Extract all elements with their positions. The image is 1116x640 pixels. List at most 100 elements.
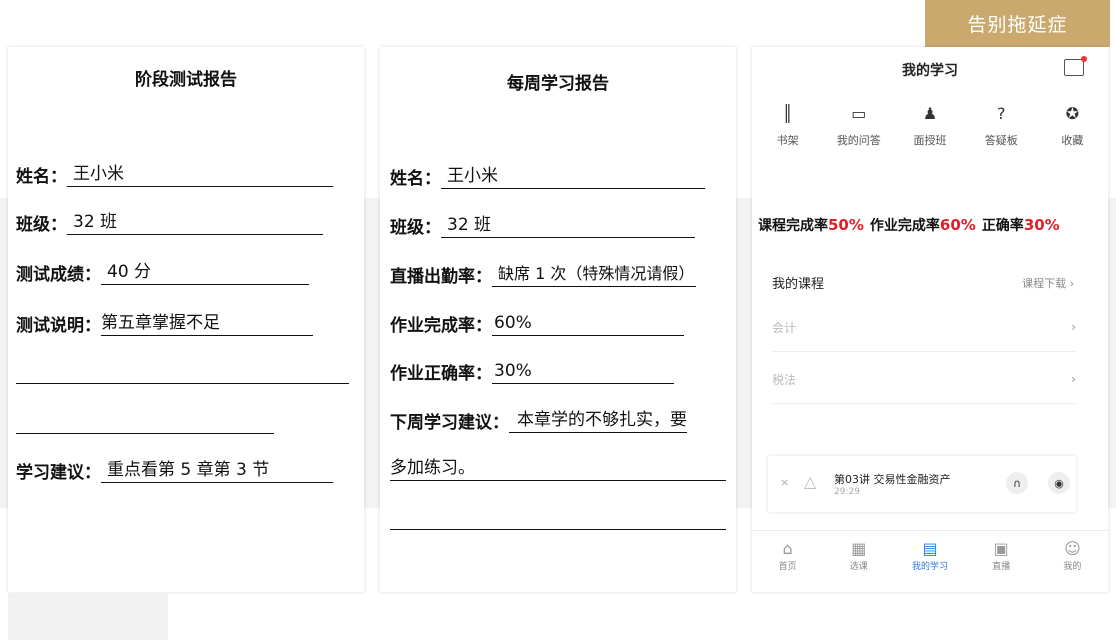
row-label: 下周学习建议： (390, 413, 509, 433)
study-stats: 课程完成率50% 作业完成率60% 正确率30% (758, 215, 1066, 235)
menu-favorites[interactable]: ✪ 收藏 (1037, 102, 1108, 148)
stat-value: 50% (828, 216, 864, 234)
row-label: 作业正确率： (390, 364, 492, 384)
blank-line (16, 433, 274, 434)
question-board-icon: ? (996, 103, 1006, 123)
next-week-advice-row: 下周学习建议： 本章学的不够扎实，要 (390, 408, 687, 433)
attendance-row: 直播出勤率： 缺席 1 次（特殊情况请假） (390, 262, 697, 287)
tab-label: 首页 (778, 562, 797, 572)
bookshelf-icon: ║ (782, 103, 793, 123)
background-block (8, 594, 168, 640)
episode-time: 29:29 (834, 487, 860, 497)
tab-my-study[interactable]: ▤ 我的学习 (894, 531, 965, 576)
play-icon[interactable]: ◉ (1048, 472, 1070, 494)
notification-dot (1081, 56, 1087, 62)
course-item[interactable]: 税法 › (772, 355, 1076, 404)
person-icon: ♟ (922, 103, 938, 123)
tab-label: 我的学习 (912, 562, 949, 572)
row-label: 测试成绩： (16, 265, 101, 285)
star-icon: ✪ (1065, 103, 1080, 123)
score-row: 测试成绩： 40 分 (16, 260, 309, 285)
menu-bookshelf[interactable]: ║ 书架 (752, 102, 823, 148)
homework-completion-row: 作业完成率： 60% (390, 311, 684, 336)
close-icon[interactable]: × (780, 476, 789, 489)
row-label: 班级： (390, 218, 441, 238)
bottom-tab-bar: ⌂ 首页 ▦ 选课 ▤ 我的学习 ▣ 直播 ☺ 我的 (752, 530, 1108, 576)
name-row: 姓名： 王小米 (390, 164, 705, 189)
menu-label: 我的问答 (836, 134, 881, 147)
weekly-report-card: 每周学习报告 姓名： 王小米 班级： 32 班 直播出勤率： 缺席 1 次（特殊… (380, 47, 736, 592)
row-label: 姓名： (390, 169, 441, 189)
menu-label: 答疑板 (984, 134, 1018, 147)
stat-label: 作业完成率 (869, 218, 940, 234)
row-value: 第五章掌握不足 (101, 312, 313, 336)
course-name: 税法 (772, 372, 797, 387)
chevron-right-icon: › (1071, 372, 1076, 386)
course-item[interactable]: 会计 › (772, 303, 1076, 352)
test-note-row: 测试说明： 第五章掌握不足 (16, 311, 313, 336)
row-value: 60% (492, 312, 684, 336)
name-row: 姓名： 王小米 (16, 162, 333, 187)
weekly-report-title: 每周学习报告 (507, 74, 609, 94)
chat-icon: ▭ (851, 103, 867, 123)
mini-player: × △ 第03讲 交易性金融资产 29:29 ∩ ◉ (768, 456, 1076, 512)
blank-line (16, 383, 349, 384)
row-value: 40 分 (101, 261, 309, 285)
menu-label: 收藏 (1061, 134, 1084, 147)
menu-classroom[interactable]: ♟ 面授班 (894, 102, 965, 148)
row-value: 32 班 (67, 211, 323, 235)
stat-value: 60% (939, 216, 976, 234)
homework-accuracy-row: 作业正确率： 30% (390, 359, 674, 384)
my-courses-heading: 我的课程 (772, 277, 825, 292)
tab-label: 选课 (849, 562, 868, 572)
message-icon[interactable] (1064, 56, 1087, 76)
row-value: 王小米 (67, 163, 333, 187)
menu-question-board[interactable]: ? 答疑板 (966, 102, 1037, 148)
user-icon: ☺ (1064, 539, 1081, 558)
tv-icon: ▣ (993, 539, 1009, 558)
home-icon: ⌂ (782, 539, 793, 558)
menu-label: 书架 (776, 134, 799, 147)
tab-select-course[interactable]: ▦ 选课 (823, 531, 894, 576)
row-value: 重点看第 5 章第 3 节 (101, 459, 333, 483)
class-row: 班级： 32 班 (16, 210, 323, 235)
tab-label: 我的 (1063, 562, 1082, 572)
tab-label: 直播 (992, 562, 1011, 572)
stat-label: 正确率 (981, 218, 1024, 234)
stat-value: 30% (1023, 216, 1060, 234)
chevron-right-icon: › (1071, 320, 1076, 334)
app-title: 我的学习 (902, 63, 958, 79)
row-value: 30% (492, 360, 674, 384)
row-label: 班级： (16, 215, 67, 235)
row-label: 作业完成率： (390, 316, 492, 336)
book-icon: ▤ (922, 539, 938, 558)
stat-label: 课程完成率 (758, 218, 828, 234)
row-value: 多加练习。 (390, 457, 726, 481)
app-my-study-card: 我的学习 ║ 书架 ▭ 我的问答 ♟ 面授班 ? 答疑板 ✪ 收藏 课程完成率5… (752, 47, 1108, 592)
tab-mine[interactable]: ☺ 我的 (1037, 531, 1108, 576)
row-label: 学习建议： (16, 463, 101, 483)
menu-my-qa[interactable]: ▭ 我的问答 (823, 102, 894, 148)
row-label: 测试说明： (16, 316, 101, 336)
tab-live[interactable]: ▣ 直播 (966, 531, 1037, 576)
blank-line (390, 529, 726, 530)
row-value: 32 班 (441, 214, 695, 238)
test-report-card: 阶段测试报告 姓名： 王小米 班级： 32 班 测试成绩： 40 分 测试说明：… (8, 47, 364, 592)
grid-icon: ▦ (851, 539, 867, 558)
class-row: 班级： 32 班 (390, 213, 695, 238)
quick-menu: ║ 书架 ▭ 我的问答 ♟ 面授班 ? 答疑板 ✪ 收藏 (752, 102, 1108, 148)
procrastination-tag: 告别拖延症 (925, 0, 1110, 47)
episode-title: 第03讲 交易性金融资产 (834, 473, 951, 486)
row-value: 王小米 (441, 165, 705, 189)
advice-row: 学习建议： 重点看第 5 章第 3 节 (16, 458, 333, 483)
advice-continuation: 多加练习。 (390, 457, 726, 481)
headphone-icon[interactable]: ∩ (1006, 472, 1028, 494)
row-label: 姓名： (16, 167, 67, 187)
row-label: 直播出勤率： (390, 267, 492, 287)
course-name: 会计 (772, 320, 797, 335)
row-value: 本章学的不够扎实，要 (509, 409, 687, 433)
test-report-title: 阶段测试报告 (135, 70, 237, 90)
tab-home[interactable]: ⌂ 首页 (752, 531, 823, 576)
warning-icon: △ (804, 472, 817, 491)
course-download-link[interactable]: 课程下载 › (1022, 275, 1074, 291)
